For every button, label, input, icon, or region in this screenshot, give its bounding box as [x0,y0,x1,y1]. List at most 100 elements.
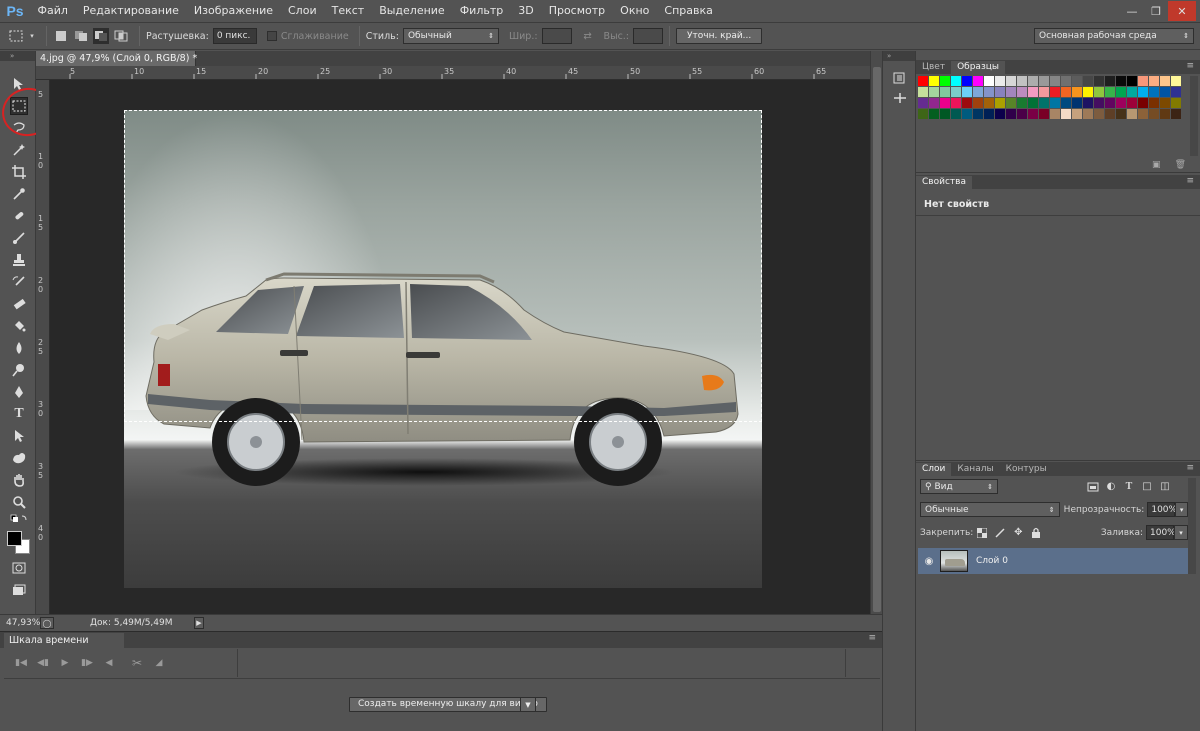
color-swatch[interactable] [951,109,961,119]
color-swatch[interactable] [1006,109,1016,119]
timeline-tab[interactable]: Шкала времени [4,633,124,648]
lock-transparency-icon[interactable] [973,525,991,540]
trash-icon[interactable]: 🗑 [1175,160,1186,170]
filter-pixel-icon[interactable] [1084,479,1102,494]
color-swatch[interactable] [1050,87,1060,97]
filter-smart-object-icon[interactable]: ◫ [1156,479,1174,494]
tab-channels[interactable]: Каналы [951,463,999,476]
menu-layers[interactable]: Слои [281,0,325,22]
panel-menu-icon[interactable]: ≡ [1186,61,1194,71]
scissors-icon[interactable]: ✂ [126,656,148,670]
history-panel-icon[interactable] [892,71,908,85]
color-swatch[interactable] [929,109,939,119]
color-swatch[interactable] [1083,109,1093,119]
color-swatch[interactable] [1006,76,1016,86]
opacity-dropdown-icon[interactable]: ▾ [1175,502,1188,517]
color-swatch[interactable] [1072,98,1082,108]
antialias-checkbox[interactable] [266,31,277,41]
chevron-down-icon[interactable]: ▼ [520,697,536,712]
color-swatch[interactable] [1116,109,1126,119]
scrollbar-thumb[interactable] [873,67,881,612]
menu-select[interactable]: Выделение [372,0,453,22]
screen-mode-icon[interactable] [10,581,28,599]
opacity-input[interactable]: 100% [1147,502,1177,517]
filter-shape-icon[interactable]: □ [1138,479,1156,494]
lock-pixels-icon[interactable] [991,525,1009,540]
color-swatch[interactable] [1017,109,1027,119]
rect-marquee-tool-icon[interactable] [10,97,28,115]
chevron-down-icon[interactable]: ▾ [28,28,36,44]
style-select[interactable]: Обычный ⇕ [402,28,499,44]
menu-filter[interactable]: Фильтр [452,0,511,22]
fill-input[interactable]: 100% [1146,525,1176,540]
vertical-ruler[interactable]: 5 1 0 1 5 2 0 2 5 3 0 3 5 4 0 [36,80,50,614]
zoom-tool-icon[interactable] [10,493,28,511]
swatches-scrollbar[interactable] [1190,76,1198,156]
tab-properties[interactable]: Свойства [916,176,972,189]
color-swatch[interactable] [1116,76,1126,86]
healing-brush-tool-icon[interactable] [10,207,28,225]
vertical-scrollbar[interactable] [870,51,882,614]
color-swatch[interactable] [1017,98,1027,108]
go-to-first-frame-icon[interactable]: ▮◀ [10,656,32,670]
color-swatch[interactable] [918,76,928,86]
menu-window[interactable]: Окно [613,0,657,22]
subtract-selection-icon[interactable] [93,28,109,44]
color-swatch[interactable] [995,76,1005,86]
layer-filter-select[interactable]: ⚲ Вид ⇕ [920,479,998,494]
feather-input[interactable]: 0 пикс. [212,28,257,44]
clone-stamp-tool-icon[interactable] [10,251,28,269]
color-swatch[interactable] [1028,76,1038,86]
color-swatch[interactable] [1017,76,1027,86]
paint-bucket-tool-icon[interactable] [10,317,28,335]
lock-position-icon[interactable]: ✥ [1009,525,1027,540]
color-swatch[interactable] [1149,98,1159,108]
color-swatch[interactable] [1171,109,1181,119]
color-swatch[interactable] [1006,87,1016,97]
height-input[interactable] [633,28,664,44]
color-swatch[interactable] [995,98,1005,108]
custom-shape-tool-icon[interactable] [10,449,28,467]
close-icon[interactable]: ✕ [1168,1,1196,21]
tab-layers[interactable]: Слои [916,463,952,476]
car-photo[interactable] [124,110,762,588]
color-swatch[interactable] [973,76,983,86]
color-swatch[interactable] [1061,87,1071,97]
color-swatch[interactable] [973,109,983,119]
color-swatch[interactable] [918,87,928,97]
play-icon[interactable]: ▶ [54,656,76,670]
tool-presets-icon[interactable] [892,91,908,105]
color-swatch[interactable] [1105,76,1115,86]
tab-swatches[interactable]: Образцы [951,61,1005,74]
previous-frame-icon[interactable]: ◀▮ [32,656,54,670]
timeline-track[interactable] [238,649,846,677]
color-swatch[interactable] [1138,98,1148,108]
color-swatch[interactable] [1017,87,1027,97]
color-swatch[interactable] [1083,87,1093,97]
color-swatch[interactable] [1072,87,1082,97]
eye-icon[interactable]: ◉ [918,556,940,567]
color-swatch[interactable] [962,109,972,119]
color-swatch[interactable] [951,98,961,108]
pen-tool-icon[interactable] [10,383,28,401]
status-settings-icon[interactable]: ◯ [40,617,54,629]
new-selection-icon[interactable] [53,28,69,44]
color-swatch[interactable] [1160,109,1170,119]
foreground-color-swatch[interactable] [7,531,22,546]
menu-file[interactable]: Файл [30,0,75,22]
intersect-selection-icon[interactable] [113,28,129,44]
color-swatch[interactable] [1105,87,1115,97]
color-swatch[interactable] [1050,76,1060,86]
color-swatch[interactable] [1039,98,1049,108]
menu-help[interactable]: Справка [657,0,720,22]
color-swatch[interactable] [1094,87,1104,97]
color-swatch[interactable] [1083,98,1093,108]
add-selection-icon[interactable] [73,28,89,44]
history-brush-tool-icon[interactable] [10,273,28,291]
color-swatch[interactable] [1050,109,1060,119]
color-swatch[interactable] [1061,76,1071,86]
color-swatch[interactable] [1149,76,1159,86]
color-swatch[interactable] [962,87,972,97]
color-swatch[interactable] [1028,98,1038,108]
color-swatch[interactable] [929,87,939,97]
